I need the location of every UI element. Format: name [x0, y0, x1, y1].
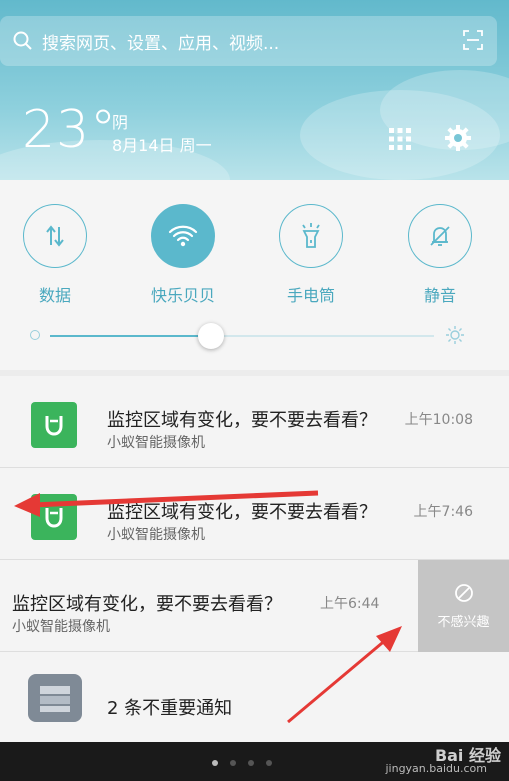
notification-list: 监控区域有变化，要不要去看看？ 小蚁智能摄像机 上午10:08 监控区域有变化，… — [0, 370, 509, 742]
tile-wifi-label: 快乐贝贝 — [151, 286, 216, 305]
data-arrows-icon — [46, 225, 64, 247]
notification-app: 小蚁智能摄像机 — [107, 527, 205, 543]
brightness-slider[interactable] — [50, 323, 434, 349]
brightness-thumb[interactable] — [198, 323, 225, 349]
page-dot — [248, 760, 254, 766]
notification-title: 监控区域有变化，要不要去看看？ — [107, 502, 377, 523]
not-interested-button[interactable]: 不感兴趣 — [418, 560, 509, 652]
notification-item[interactable]: 监控区域有变化，要不要去看看？ 小蚁智能摄像机 上午7:46 — [0, 468, 509, 560]
notification-time: 上午7:46 — [413, 504, 473, 520]
notification-app: 小蚁智能摄像机 — [107, 435, 205, 451]
quick-settings-panel: 数据 快乐贝贝 手电筒 静音 — [0, 180, 509, 370]
unimportant-notifications[interactable]: 2 条不重要通知 — [0, 652, 509, 742]
gear-icon[interactable] — [444, 124, 472, 152]
brightness-fill — [50, 335, 212, 337]
brightness-high-icon — [446, 326, 464, 344]
tile-mute[interactable]: 静音 — [408, 204, 472, 306]
notification-time: 上午6:44 — [320, 596, 380, 612]
tile-mute-button[interactable] — [408, 204, 472, 268]
weather-condition: 阴 — [112, 113, 129, 132]
page-dot — [230, 760, 236, 766]
page-indicator — [212, 760, 272, 766]
unimportant-label: 2 条不重要通知 — [107, 698, 233, 719]
weather-header: 搜索网页、设置、应用、视频... 23° 阴 8月14日 周一 — [0, 0, 509, 180]
search-icon — [13, 31, 32, 50]
search-bar[interactable]: 搜索网页、设置、应用、视频... — [0, 16, 497, 66]
tile-data[interactable]: 数据 — [23, 204, 87, 306]
not-interested-label: 不感兴趣 — [437, 614, 490, 630]
bottom-bar: Bai 经验 jingyan.baidu.com — [0, 742, 509, 781]
tile-wifi[interactable]: 快乐贝贝 — [151, 204, 215, 306]
notification-title: 监控区域有变化，要不要去看看？ — [12, 594, 282, 615]
tile-mute-label: 静音 — [423, 286, 456, 305]
page-dot — [212, 760, 218, 766]
temperature: 23° — [22, 100, 118, 160]
page-dot — [266, 760, 272, 766]
mi-camera-app-icon — [31, 494, 77, 540]
weather-date: 8月14日 周一 — [112, 136, 212, 155]
notification-time: 上午10:08 — [404, 412, 473, 428]
watermark-url: jingyan.baidu.com — [385, 762, 487, 775]
tile-flashlight-label: 手电筒 — [286, 286, 335, 305]
folder-stack-icon — [28, 674, 82, 722]
tile-flashlight-button[interactable] — [279, 204, 343, 268]
notification-item-swiped[interactable]: 监控区域有变化，要不要去看看？ 小蚁智能摄像机 上午6:44 不感兴趣 — [0, 560, 509, 652]
scan-icon[interactable] — [463, 30, 483, 50]
brightness-low-icon — [30, 330, 40, 340]
app-grid-icon[interactable] — [389, 128, 411, 150]
wifi-icon — [168, 225, 198, 247]
bell-mute-icon — [430, 226, 450, 246]
flashlight-icon — [302, 223, 320, 248]
mi-camera-app-icon — [31, 402, 77, 448]
notification-app: 小蚁智能摄像机 — [12, 619, 110, 635]
search-placeholder: 搜索网页、设置、应用、视频... — [42, 33, 280, 54]
tile-data-label: 数据 — [38, 286, 71, 305]
notification-item[interactable]: 监控区域有变化，要不要去看看？ 小蚁智能摄像机 上午10:08 — [0, 376, 509, 468]
tile-data-button[interactable] — [23, 204, 87, 268]
notification-title: 监控区域有变化，要不要去看看？ — [107, 410, 377, 431]
tile-flashlight[interactable]: 手电筒 — [279, 204, 343, 306]
tile-wifi-button[interactable] — [151, 204, 215, 268]
block-icon — [454, 583, 473, 602]
